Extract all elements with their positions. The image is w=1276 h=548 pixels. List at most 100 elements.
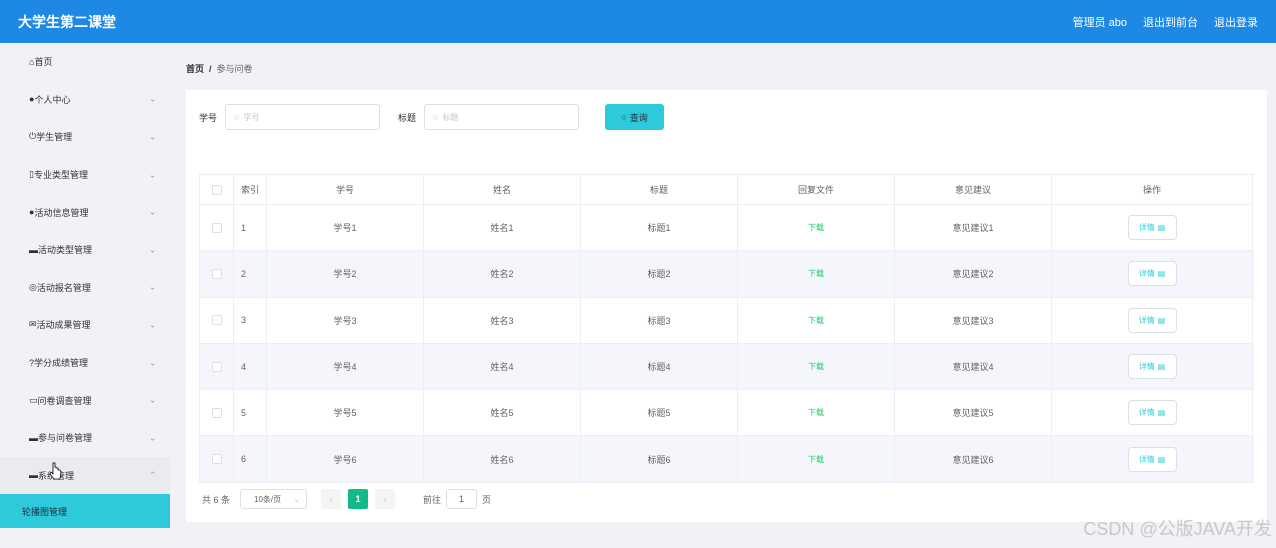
student-id-placeholder: 学号 [243,112,260,122]
chevron-icon: ⌄ [149,320,156,330]
table-cell-file: 下载 [738,343,895,391]
table-row: 5 学号5 姓名5 标题5 下载 意见建议5 详情 ▤ [200,390,1254,437]
select-all-cell [200,175,234,205]
chevron-icon: ⌄ [149,132,156,142]
sidebar-item[interactable]: briefcase-icon▬系统管理⌃ [0,456,170,495]
cell-text: 意见建议5 [952,408,994,419]
logout-link[interactable]: 退出登录 [1214,14,1258,30]
row-checkbox[interactable] [211,407,222,418]
table-row: 3 学号3 姓名3 标题3 下载 意见建议3 详情 ▤ [200,297,1254,344]
page-1-button[interactable]: 1 [348,489,369,509]
download-link[interactable]: 下载 [808,222,824,233]
back-to-front-link[interactable]: 退出到前台 [1143,14,1198,30]
download-link[interactable]: 下载 [808,407,824,418]
document-icon: ▤ [1157,315,1166,325]
mouse-pointer-icon [50,462,62,480]
table-cell-action: 详情 ▤ [1052,205,1253,252]
admin-label: 管理员 abo [1072,16,1127,29]
cell-text: 意见建议6 [952,454,994,465]
chat-icon: ▬ [29,244,38,255]
table-cell-title: 标题1 [581,205,738,252]
detail-button[interactable]: 详情 ▤ [1127,400,1177,426]
cell-text: 6 [241,454,247,465]
search-icon: ○ [234,112,240,122]
cell-text: 姓名3 [490,315,514,326]
row-checkbox[interactable] [211,268,222,279]
detail-button-label: 详情 [1138,223,1155,233]
detail-button-label: 详情 [1138,269,1155,279]
cell-text: 标题3 [647,315,671,326]
chevron-icon: ⌄ [149,245,156,255]
table-cell-action: 详情 ▤ [1052,436,1253,483]
student-id-label: 学号 [199,112,218,123]
message-icon: ▭ [29,394,38,405]
sidebar-item[interactable]: mail-icon ✉活动成果管理 ⌄ [0,306,170,344]
document-icon: ▤ [1157,408,1166,418]
download-link[interactable]: 下载 [808,361,824,372]
detail-button[interactable]: 详情 ▤ [1127,307,1177,333]
chevron-icon: ⌄ [149,170,156,180]
sidebar-item-icon: target-icon [12,282,22,292]
download-link[interactable]: 下载 [808,454,824,465]
cell-text: 标题5 [647,408,671,419]
cell-text: 标题6 [647,454,671,465]
sidebar-item[interactable]: pin-icon●活动信息管理⌄ [0,193,170,231]
title-input[interactable]: ○ 标题 [424,104,580,130]
goto-page-input[interactable]: 1 [446,489,478,509]
table-cell-name: 姓名5 [424,390,581,437]
page-size-select[interactable]: 10条/页 ⌄ [240,489,308,509]
row-checkbox[interactable] [211,361,222,372]
table-cell-title: 标题6 [581,436,738,483]
download-link[interactable]: 下载 [808,315,824,326]
cell-text: 3 [241,315,247,326]
sidebar-item[interactable]: target-icon ◎活动报名管理 ⌄ [0,269,170,307]
detail-button[interactable]: 详情 ▤ [1127,354,1177,380]
cell-text: 意见建议2 [952,269,994,280]
sidebar-item[interactable]: power-icon ⏻学生管理 ⌄ [0,118,170,156]
chevron-icon: ⌄ [149,282,156,292]
column-header: 姓名 [424,175,581,205]
chevron-down-icon: ⌄ [293,494,301,504]
breadcrumb: 首页 / 参与问卷 [186,62,253,75]
cell-text: 学号2 [333,269,357,280]
cell-text: 姓名2 [490,269,514,280]
sidebar-item[interactable]: chat-icon ▬活动类型管理 ⌄ [0,231,170,269]
table-cell-title: 标题2 [581,251,738,298]
document-icon: ▤ [1157,362,1166,372]
detail-button[interactable]: 详情 ▤ [1127,215,1177,241]
table-cell-file: 下载 [738,205,895,252]
sidebar-item-icon: home-icon [12,57,22,67]
detail-button[interactable]: 详情 ▤ [1127,446,1177,472]
submenu-item-carousel[interactable]: 轮播图管理 [0,494,170,529]
search-icon: ○ [433,112,439,122]
sidebar-item-label: 学分成绩管理 [34,358,89,369]
row-checkbox[interactable] [211,454,222,465]
sidebar-item-label: 问卷调查管理 [37,395,92,406]
table-cell-advice: 意见建议6 [895,436,1052,483]
sidebar-item-label: 参与问卷管理 [38,433,93,444]
top-links: 管理员 abo 退出到前台 退出登录 [1073,14,1258,30]
detail-button[interactable]: 详情 ▤ [1127,261,1177,287]
select-all-checkbox[interactable] [211,184,222,195]
sidebar-item[interactable]: home-icon⌂首页 [0,43,170,81]
download-link[interactable]: 下载 [808,268,824,279]
sidebar-item[interactable]: help-icon?学分成绩管理⌄ [0,344,170,382]
query-button[interactable]: ○ 查询 [605,104,665,130]
student-id-input[interactable]: ○ 学号 [225,104,381,130]
table-cell-action: 详情 ▤ [1052,390,1253,437]
sidebar-item-icon: message-icon [12,395,22,405]
cell-text: 意见建议1 [952,223,994,234]
document-icon: ▤ [1157,454,1166,464]
breadcrumb-home[interactable]: 首页 [186,64,204,74]
prev-page-button[interactable]: ‹ [321,489,342,509]
table-row: 4 学号4 姓名4 标题4 下载 意见建议4 详情 ▤ [200,343,1254,391]
sidebar-item[interactable]: chat-solid-icon ▬参与问卷管理 ⌄ [0,419,170,457]
sidebar-item[interactable]: mic-icon▯专业类型管理⌄ [0,156,170,194]
next-page-button[interactable]: › [375,489,396,509]
sidebar-item[interactable]: user-icon●个人中心⌄ [0,81,170,119]
row-checkbox[interactable] [211,222,222,233]
row-checkbox[interactable] [211,315,222,326]
column-header: 学号 [267,175,424,205]
sidebar-item[interactable]: message-icon ▭问卷调查管理 ⌄ [0,381,170,419]
sidebar: home-icon⌂首页user-icon●个人中心⌄power-icon⏻学生… [0,43,170,548]
